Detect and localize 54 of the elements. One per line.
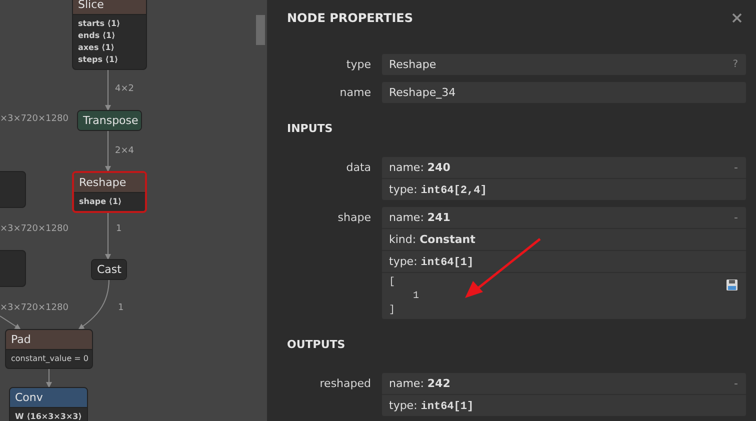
graph-node[interactable]: Pad constant_value = 0 (5, 329, 93, 369)
section-title: INPUTS (287, 121, 334, 137)
node-title: Pad (6, 330, 92, 349)
argument-label: data (345, 160, 371, 176)
node-box (0, 250, 26, 287)
edge-arrow (46, 366, 52, 388)
edge-label: 2×4 (115, 146, 134, 156)
edge-arrow (78, 278, 110, 330)
node-box (0, 171, 26, 208)
argument-label: shape (336, 210, 371, 226)
property-label: type (345, 57, 371, 73)
field-text: type: int64[1] (389, 255, 474, 268)
expand-toggle[interactable]: - (734, 157, 738, 178)
edge-arrow (105, 128, 111, 172)
field-text: name: 242 (389, 377, 450, 390)
graph-node[interactable]: Conv W ⟨16×3×3×3⟩ (9, 387, 88, 421)
node-attribute: axes ⟨1⟩ (78, 42, 116, 54)
edge-label: 1 (116, 224, 122, 234)
node-attribute: steps ⟨1⟩ (78, 54, 120, 66)
field-text: kind: Constant (389, 233, 476, 246)
panel-title: NODE PROPERTIES (287, 11, 413, 25)
node-title: Reshape (74, 173, 145, 192)
node-title: Conv (10, 388, 87, 407)
node-title: Slice (73, 0, 146, 14)
edge-label: 4×2 (115, 84, 134, 94)
graph-node[interactable]: Cast (91, 259, 127, 280)
edge-arrow (105, 68, 111, 111)
scrollbar-thumb[interactable] (256, 15, 265, 45)
property-label: name (338, 85, 371, 101)
field-text: name: 240 (389, 161, 450, 174)
graph-node[interactable]: Reshape shape ⟨1⟩ (72, 171, 147, 213)
tensor-value: [ 1 ] (389, 276, 420, 318)
edge-label: 1 (118, 303, 124, 313)
edge-label: ×3×720×1280 (0, 303, 68, 313)
node-attribute: W ⟨16×3×3×3⟩ (15, 411, 82, 421)
edge-arrow (0, 316, 21, 330)
argument-label: reshaped (318, 376, 371, 392)
node-attribute: shape ⟨1⟩ (79, 196, 123, 208)
field-text: type: int64[2,4] (389, 183, 487, 196)
expand-toggle[interactable]: - (734, 207, 738, 228)
expand-toggle[interactable]: - (734, 373, 738, 394)
save-icon[interactable] (726, 279, 738, 291)
property-value: Reshape_34 (382, 82, 746, 103)
graph-node[interactable]: Transpose (77, 110, 142, 131)
section-title: OUTPUTS (287, 337, 346, 353)
node-attribute: starts ⟨1⟩ (78, 18, 122, 30)
graph-node[interactable]: Slice starts ⟨1⟩ ends ⟨1⟩ axes ⟨1⟩ steps ⟨1⟩ (72, 0, 147, 70)
field-text: name: 241 (389, 211, 450, 224)
node-attribute: constant_value = 0 (11, 353, 87, 365)
field-text: type: int64[1] (389, 399, 474, 412)
node-attribute: ends ⟨1⟩ (78, 30, 116, 42)
edge-label: ×3×720×1280 (0, 224, 68, 234)
close-icon[interactable] (732, 13, 742, 23)
edge-label: ×3×720×1280 (0, 114, 68, 124)
